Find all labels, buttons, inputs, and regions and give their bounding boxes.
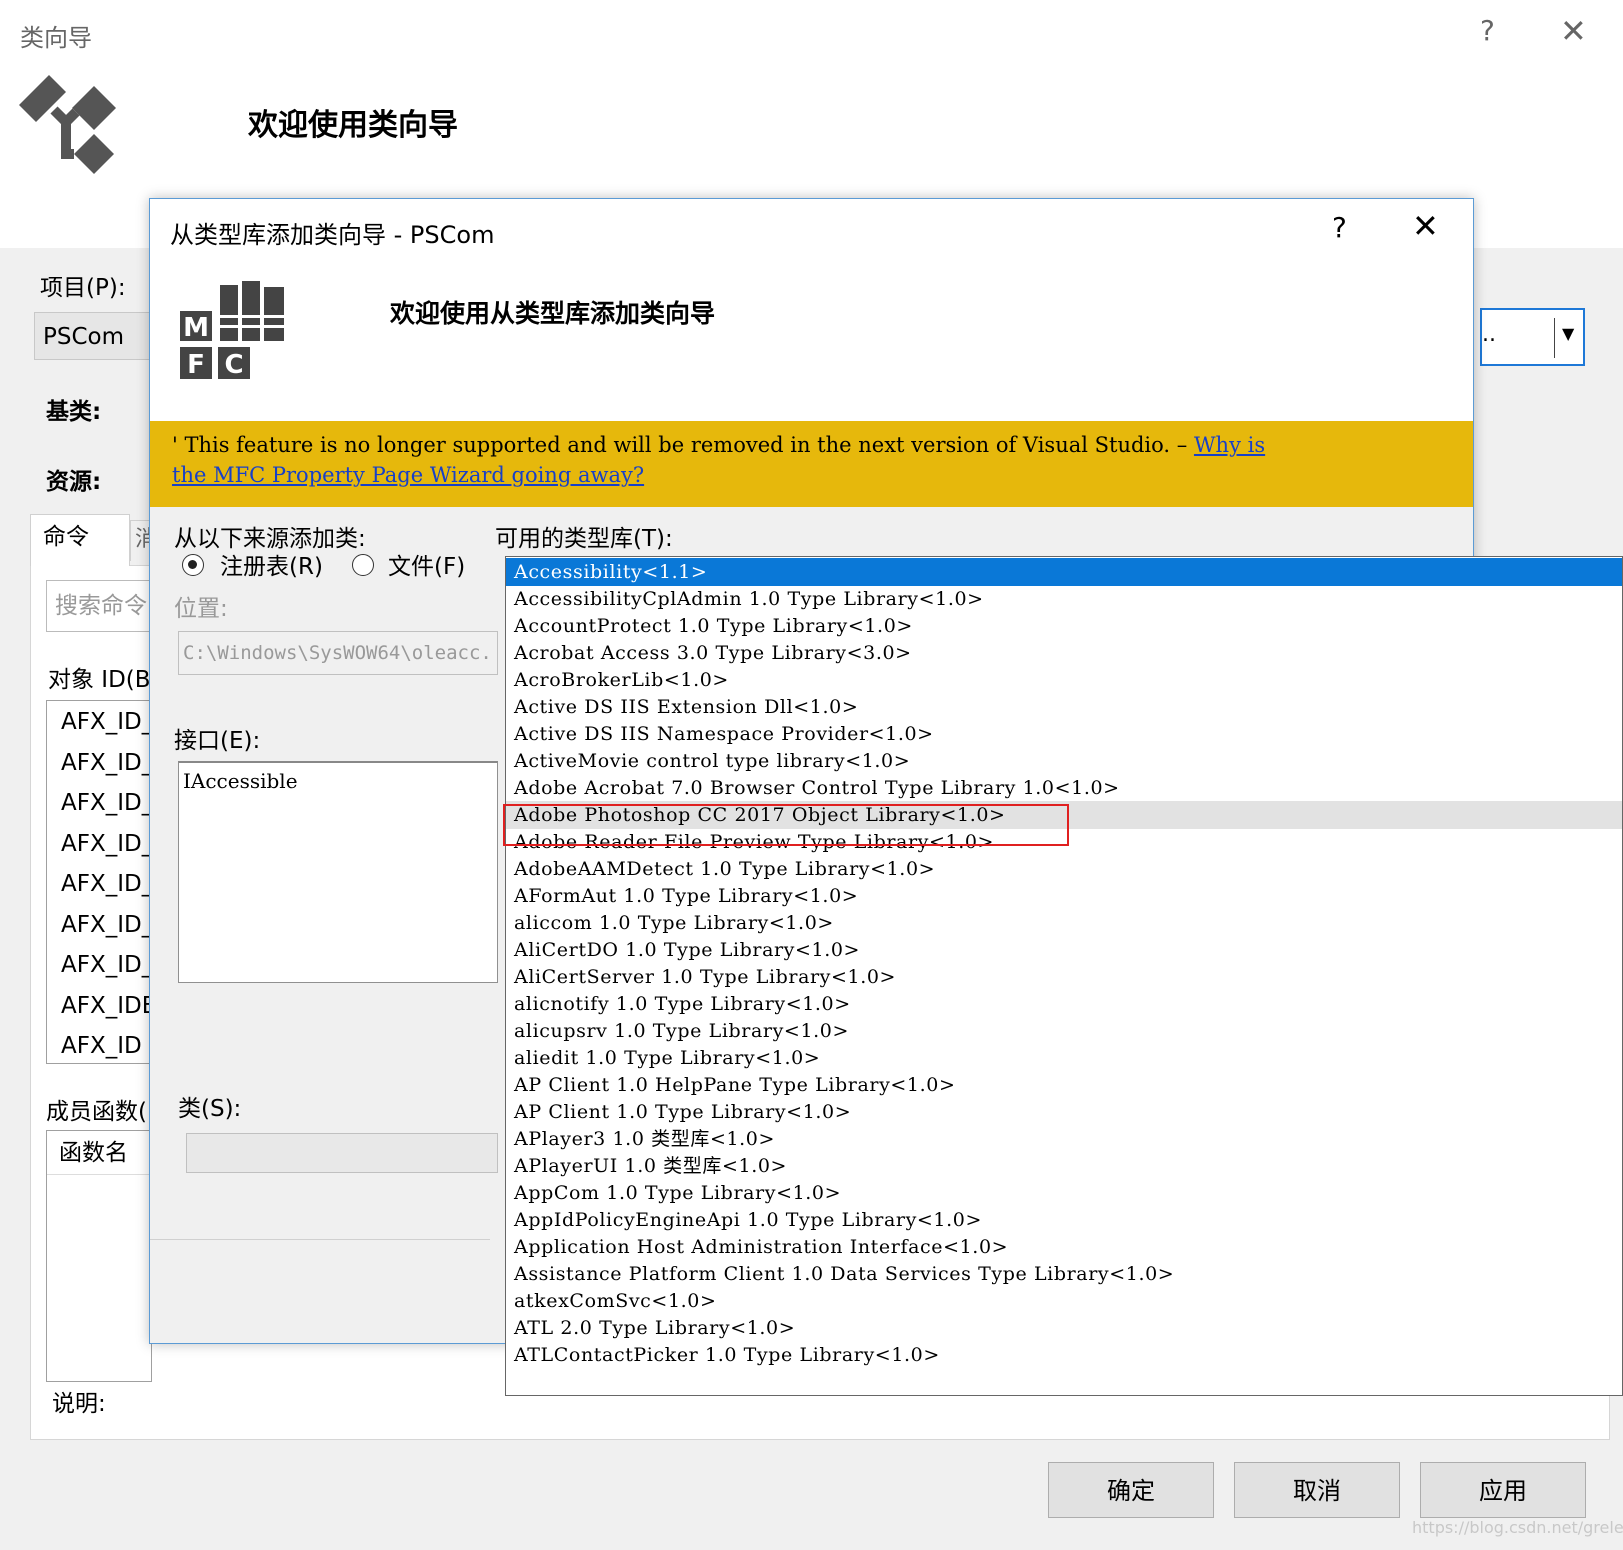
typelib-list-item[interactable]: Active DS IIS Namespace Provider<1.0>: [506, 720, 1622, 748]
inner-header: 从类型库添加类向导 - PSCom ? ✕ M F C 欢迎使用从类型库添加类向…: [150, 199, 1473, 421]
inner-close-button[interactable]: ✕: [1412, 207, 1439, 245]
combo-value: ..: [1482, 322, 1496, 347]
why-link-part1[interactable]: Why is: [1194, 433, 1265, 457]
object-id-item[interactable]: AFX_ID_: [61, 709, 151, 735]
svg-text:C: C: [224, 350, 243, 380]
available-typelibs-label: 可用的类型库(T):: [495, 526, 673, 552]
typelib-list-item[interactable]: aliccom 1.0 Type Library<1.0>: [506, 909, 1622, 937]
combo-divider: [1554, 318, 1555, 358]
typelib-list-item[interactable]: ATL 2.0 Type Library<1.0>: [506, 1314, 1622, 1342]
location-input: C:\Windows\SysWOW64\oleacc.: [178, 631, 498, 675]
outer-welcome-heading: 欢迎使用类向导: [248, 108, 458, 143]
typelib-list-item[interactable]: AccessibilityCplAdmin 1.0 Type Library<1…: [506, 585, 1622, 613]
search-command-input[interactable]: 搜索命令: [46, 580, 150, 632]
object-id-item[interactable]: AFX_ID_: [61, 871, 151, 897]
list-item[interactable]: IAccessible: [183, 769, 298, 793]
object-id-item[interactable]: AFX_ID_: [61, 952, 151, 978]
class-name-combo[interactable]: .. ▼: [1480, 308, 1585, 366]
inner-welcome-heading: 欢迎使用从类型库添加类向导: [390, 299, 716, 328]
description-label: 说明:: [52, 1391, 106, 1417]
typelib-list-item[interactable]: AcroBrokerLib<1.0>: [506, 666, 1622, 694]
chevron-down-icon[interactable]: ▼: [1562, 324, 1574, 343]
project-combo[interactable]: PSCom: [34, 312, 154, 360]
object-id-item[interactable]: AFX_ID_: [61, 831, 151, 857]
svg-text:M: M: [183, 313, 209, 343]
location-label: 位置:: [174, 596, 228, 622]
interface-label: 接口(E):: [174, 728, 261, 754]
typelib-list-item[interactable]: APlayerUI 1.0 类型库<1.0>: [506, 1152, 1622, 1180]
available-typelibs-list[interactable]: Accessibility<1.1> AccessibilityCplAdmin …: [505, 556, 1623, 1396]
typelib-list-item[interactable]: AliCertServer 1.0 Type Library<1.0>: [506, 963, 1622, 991]
typelib-list-item[interactable]: AliCertDO 1.0 Type Library<1.0>: [506, 936, 1622, 964]
footer-divider: [150, 1239, 490, 1240]
typelib-list-item[interactable]: Application Host Administration Interfac…: [506, 1233, 1622, 1261]
outer-help-button[interactable]: ?: [1480, 14, 1495, 47]
typelib-list-item[interactable]: ActiveMovie control type library<1.0>: [506, 747, 1622, 775]
warning-text-line2: the MFC Property Page Wizard going away?: [172, 463, 644, 487]
typelib-list-item[interactable]: Acrobat Access 3.0 Type Library<3.0>: [506, 639, 1622, 667]
project-label: 项目(P):: [40, 275, 126, 301]
warning-text: This feature is no longer supported and …: [177, 433, 1194, 457]
deprecation-warning-bar: ' This feature is no longer supported an…: [150, 421, 1473, 507]
object-id-item[interactable]: AFX_ID_: [61, 790, 151, 816]
member-functions-label: 成员函数(: [46, 1099, 147, 1125]
tab-command[interactable]: 命令: [30, 514, 130, 566]
typelib-list-item[interactable]: AFormAut 1.0 Type Library<1.0>: [506, 882, 1622, 910]
member-functions-list[interactable]: 函数名: [46, 1130, 152, 1382]
typelib-list-item[interactable]: AppIdPolicyEngineApi 1.0 Type Library<1.…: [506, 1206, 1622, 1234]
typelib-list-item[interactable]: ATLContactPicker 1.0 Type Library<1.0>: [506, 1341, 1622, 1369]
registry-radio-label[interactable]: 注册表(R): [220, 547, 323, 581]
typelib-list-item[interactable]: atkexComSvc<1.0>: [506, 1287, 1622, 1315]
typelib-list-item[interactable]: Active DS IIS Extension Dll<1.0>: [506, 693, 1622, 721]
typelib-list-item[interactable]: alicnotify 1.0 Type Library<1.0>: [506, 990, 1622, 1018]
object-id-item[interactable]: AFX_IDE: [61, 993, 151, 1019]
class-label: 类(S):: [178, 1096, 242, 1122]
typelib-list-item[interactable]: AccountProtect 1.0 Type Library<1.0>: [506, 612, 1622, 640]
class-list[interactable]: [186, 1133, 498, 1173]
inner-window-title: 从类型库添加类向导 - PSCom: [170, 221, 495, 249]
class-wizard-logo-icon: [19, 75, 116, 174]
typelib-list-item[interactable]: AdobeAAMDetect 1.0 Type Library<1.0>: [506, 855, 1622, 883]
typelib-list-item[interactable]: AppCom 1.0 Type Library<1.0>: [506, 1179, 1622, 1207]
radio-selected-dot: [188, 560, 197, 569]
object-id-item[interactable]: AFX_ID_: [61, 912, 151, 938]
apply-button[interactable]: 应用: [1420, 1462, 1586, 1518]
typelib-list-item[interactable]: Accessibility<1.1>: [506, 558, 1622, 586]
file-radio-label[interactable]: 文件(F): [388, 547, 465, 581]
object-id-item[interactable]: AFX_ID: [61, 1033, 142, 1059]
typelib-list-item[interactable]: Assistance Platform Client 1.0 Data Serv…: [506, 1260, 1622, 1288]
typelib-list-item[interactable]: APlayer3 1.0 类型库<1.0>: [506, 1125, 1622, 1153]
mfc-logo-icon: M F C: [180, 281, 284, 380]
typelib-list-item[interactable]: AP Client 1.0 Type Library<1.0>: [506, 1098, 1622, 1126]
ok-button[interactable]: 确定: [1048, 1462, 1214, 1518]
typelib-list-item[interactable]: AP Client 1.0 HelpPane Type Library<1.0>: [506, 1071, 1622, 1099]
registry-radio[interactable]: [182, 554, 204, 576]
file-radio[interactable]: [352, 554, 374, 576]
red-highlight-box: [503, 804, 1069, 846]
object-id-list[interactable]: AFX_ID_ AFX_ID_ AFX_ID_ AFX_ID_ AFX_ID_ AFX_I…: [46, 700, 152, 1064]
typelib-list-item[interactable]: aliedit 1.0 Type Library<1.0>: [506, 1044, 1622, 1072]
base-class-label: 基类:: [46, 399, 102, 425]
watermark-text: https://blog.csdn.net/greless: [1412, 1518, 1623, 1537]
function-name-column-header[interactable]: 函数名: [47, 1131, 151, 1175]
object-id-label: 对象 ID(B: [48, 667, 151, 693]
why-link-part2[interactable]: the MFC Property Page Wizard going away?: [172, 463, 644, 487]
cancel-button[interactable]: 取消: [1234, 1462, 1400, 1518]
inner-help-button[interactable]: ?: [1332, 211, 1347, 244]
typelib-list-item[interactable]: Adobe Acrobat 7.0 Browser Control Type L…: [506, 774, 1622, 802]
typelib-list-item[interactable]: alicupsrv 1.0 Type Library<1.0>: [506, 1017, 1622, 1045]
object-id-item[interactable]: AFX_ID_: [61, 750, 151, 776]
resource-label: 资源:: [46, 469, 102, 495]
outer-window-title: 类向导: [20, 24, 92, 52]
warning-text-line1: ' This feature is no longer supported an…: [172, 433, 1265, 457]
svg-text:F: F: [187, 350, 205, 380]
interface-list[interactable]: IAccessible: [178, 761, 498, 983]
outer-close-button[interactable]: ✕: [1560, 12, 1587, 50]
